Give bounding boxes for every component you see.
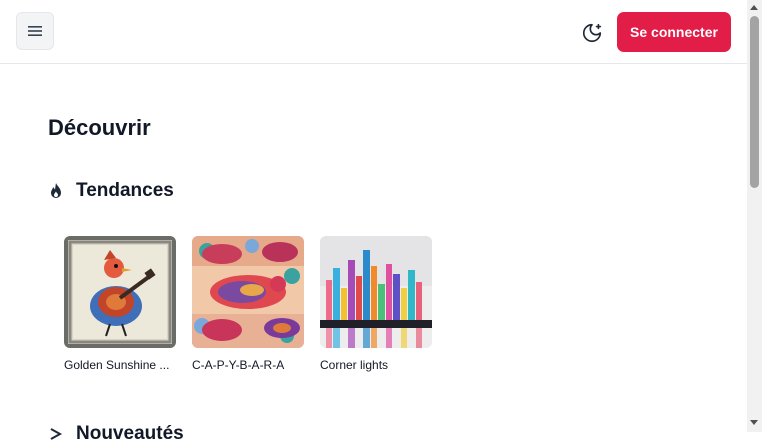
flame-icon [51, 183, 61, 198]
vertical-scrollbar[interactable] [747, 0, 762, 432]
moon-stars-icon [582, 23, 602, 43]
trending-card[interactable]: Golden Sunshine ... [64, 236, 176, 372]
trending-section-header: Tendances [48, 178, 174, 204]
trending-card[interactable]: Corner lights [320, 236, 432, 372]
card-thumbnail [320, 236, 432, 348]
scroll-down-arrow-icon[interactable] [750, 420, 758, 425]
page-title: Découvrir [48, 115, 151, 140]
scroll-up-arrow-icon[interactable] [750, 5, 758, 10]
theme-toggle-button[interactable] [578, 19, 606, 47]
hamburger-icon [28, 26, 42, 36]
card-thumbnail [192, 236, 304, 348]
chevron-icon [50, 428, 63, 440]
new-section-header: Nouveautés [48, 421, 184, 447]
new-section-title: Nouveautés [76, 423, 184, 444]
card-thumbnail [64, 236, 176, 348]
scroll-thumb[interactable] [750, 16, 759, 188]
card-label: Corner lights [320, 358, 389, 372]
trending-card[interactable]: C-A-P-Y-B-A-R-A [192, 236, 304, 372]
card-label: C-A-P-Y-B-A-R-A [192, 358, 285, 372]
menu-button[interactable] [16, 12, 54, 50]
card-label: Golden Sunshine ... [64, 358, 170, 372]
trending-title: Tendances [76, 180, 174, 201]
top-bar: Se connecter [0, 0, 747, 64]
login-button[interactable]: Se connecter [617, 12, 731, 52]
